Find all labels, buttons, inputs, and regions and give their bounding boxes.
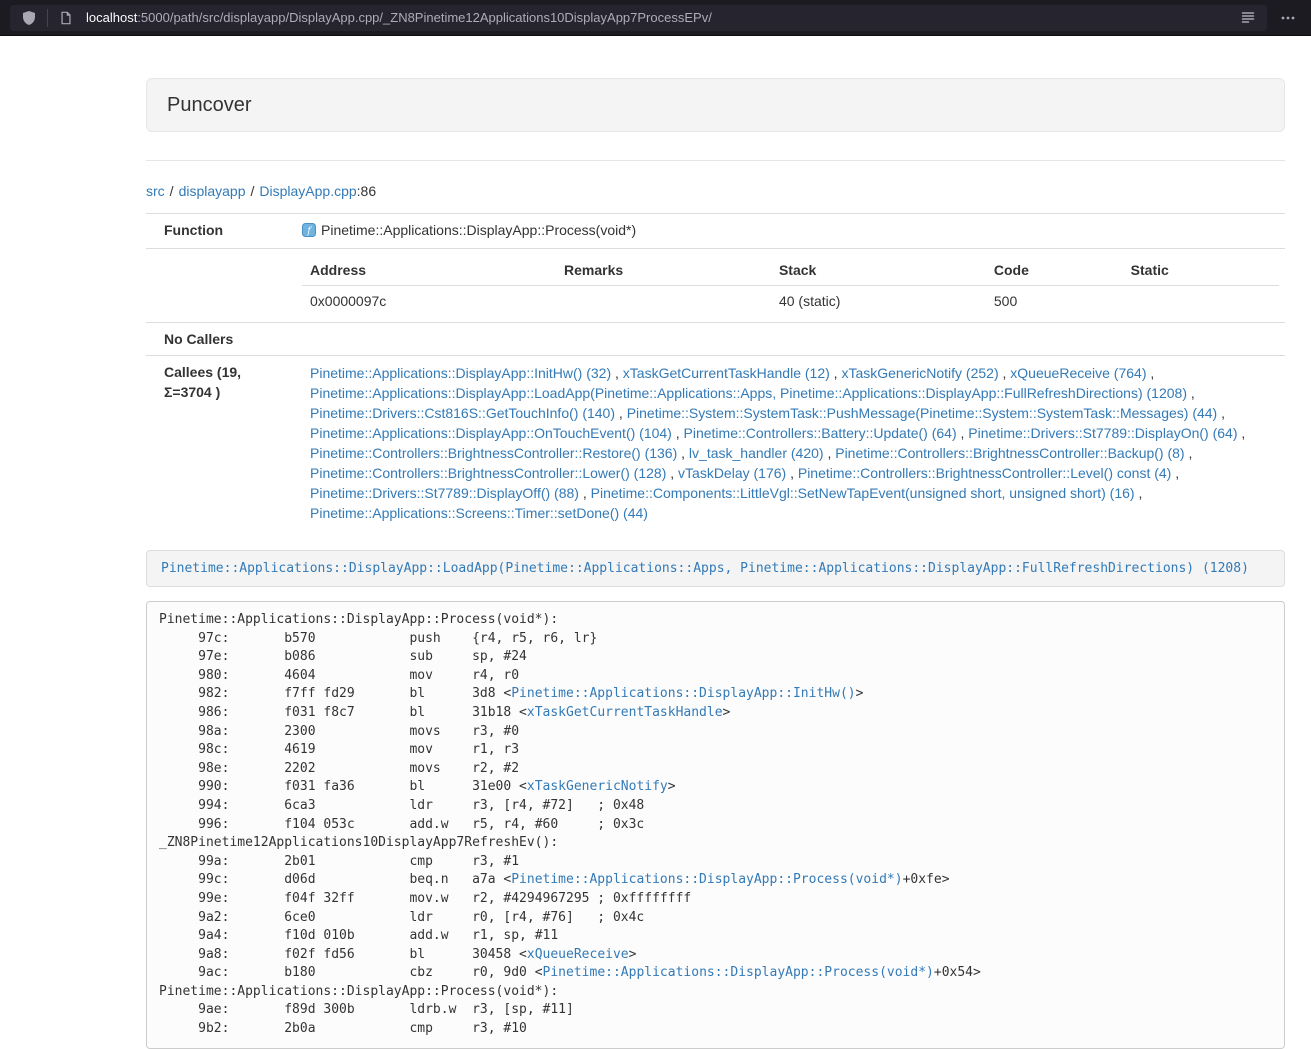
code-symbol-link[interactable]: xQueueReceive bbox=[527, 947, 629, 962]
code-line: 98e: 2202 movs r2, #2 bbox=[159, 760, 1272, 779]
callee-link[interactable]: Pinetime::Controllers::Battery::Update()… bbox=[684, 425, 957, 441]
callee-link[interactable]: Pinetime::Applications::DisplayApp::Load… bbox=[310, 385, 1187, 401]
stats-table: Address Remarks Stack Code Static 0x0000… bbox=[302, 255, 1279, 316]
stats-header-address: Address bbox=[302, 255, 556, 286]
stats-value-code: 500 bbox=[986, 286, 1123, 317]
stats-value-stack: 40 (static) bbox=[771, 286, 986, 317]
code-line: Pinetime::Applications::DisplayApp::Proc… bbox=[159, 611, 1272, 630]
function-row: Function f Pinetime::Applications::Displ… bbox=[146, 214, 1285, 249]
url-text: localhost:5000/path/src/displayapp/Displ… bbox=[86, 10, 1235, 25]
highlighted-symbol-link[interactable]: Pinetime::Applications::DisplayApp::Load… bbox=[161, 561, 1249, 576]
code-line: 97e: b086 sub sp, #24 bbox=[159, 648, 1272, 667]
code-line: _ZN8Pinetime12Applications10DisplayApp7R… bbox=[159, 834, 1272, 853]
page-title: Puncover bbox=[167, 94, 252, 116]
symbol-type-icon: f bbox=[302, 222, 316, 242]
stats-value-address: 0x0000097c bbox=[302, 286, 556, 317]
url-path: :5000/path/src/displayapp/DisplayApp.cpp… bbox=[137, 10, 712, 25]
code-symbol-link[interactable]: xTaskGenericNotify bbox=[527, 779, 668, 794]
breadcrumb: src/displayapp/DisplayApp.cpp:86 bbox=[146, 181, 1285, 201]
callee-link[interactable]: Pinetime::Drivers::Cst816S::GetTouchInfo… bbox=[310, 405, 615, 421]
code-symbol-link[interactable]: Pinetime::Applications::DisplayApp::Init… bbox=[511, 686, 855, 701]
code-line: 9b2: 2b0a cmp r3, #10 bbox=[159, 1020, 1272, 1039]
code-line: 9ac: b180 cbz r0, 9d0 <Pinetime::Applica… bbox=[159, 964, 1272, 983]
function-table: Function f Pinetime::Applications::Displ… bbox=[146, 213, 1285, 530]
callee-link[interactable]: Pinetime::Applications::Screens::Timer::… bbox=[310, 505, 648, 521]
page-info-icon[interactable] bbox=[53, 5, 79, 31]
code-line: 98a: 2300 movs r3, #0 bbox=[159, 723, 1272, 742]
divider bbox=[146, 160, 1285, 161]
breadcrumb-displayapp[interactable]: displayapp bbox=[179, 183, 246, 199]
code-line: 97c: b570 push {r4, r5, r6, lr} bbox=[159, 630, 1272, 649]
callee-link[interactable]: Pinetime::Applications::DisplayApp::Init… bbox=[310, 365, 611, 381]
code-line: 9ae: f89d 300b ldrb.w r3, [sp, #11] bbox=[159, 1001, 1272, 1020]
page-content: Puncover src/displayapp/DisplayApp.cpp:8… bbox=[146, 78, 1285, 1049]
highlighted-symbol-box: Pinetime::Applications::DisplayApp::Load… bbox=[146, 550, 1285, 587]
code-line: 986: f031 f8c7 bl 31b18 <xTaskGetCurrent… bbox=[159, 704, 1272, 723]
callee-link[interactable]: Pinetime::Components::LittleVgl::SetNewT… bbox=[591, 485, 1135, 501]
breadcrumb-separator: / bbox=[251, 183, 255, 199]
callee-link[interactable]: xTaskGetCurrentTaskHandle (12) bbox=[623, 365, 830, 381]
code-line: 990: f031 fa36 bl 31e00 <xTaskGenericNot… bbox=[159, 778, 1272, 797]
reader-mode-icon[interactable] bbox=[1235, 5, 1261, 31]
callee-link[interactable]: Pinetime::System::SystemTask::PushMessag… bbox=[627, 405, 1218, 421]
code-line: 996: f104 053c add.w r5, r4, #60 ; 0x3c bbox=[159, 816, 1272, 835]
callee-link[interactable]: Pinetime::Controllers::BrightnessControl… bbox=[835, 445, 1184, 461]
function-name: Pinetime::Applications::DisplayApp::Proc… bbox=[321, 222, 636, 238]
callees-list: Pinetime::Applications::DisplayApp::Init… bbox=[302, 362, 1279, 524]
function-label: Function bbox=[146, 214, 296, 249]
code-line: 980: 4604 mov r4, r0 bbox=[159, 667, 1272, 686]
callee-link[interactable]: vTaskDelay (176) bbox=[678, 465, 786, 481]
code-line: 9a4: f10d 010b add.w r1, sp, #11 bbox=[159, 927, 1272, 946]
stats-header-stack: Stack bbox=[771, 255, 986, 286]
no-callers-label: No Callers bbox=[146, 323, 296, 356]
code-line: 99e: f04f 32ff mov.w r2, #4294967295 ; 0… bbox=[159, 890, 1272, 909]
stats-header-static: Static bbox=[1123, 255, 1279, 286]
callee-link[interactable]: Pinetime::Drivers::St7789::DisplayOff() … bbox=[310, 485, 579, 501]
code-line: 98c: 4619 mov r1, r3 bbox=[159, 741, 1272, 760]
callee-link[interactable]: xTaskGenericNotify (252) bbox=[841, 365, 998, 381]
callee-link[interactable]: xQueueReceive (764) bbox=[1010, 365, 1146, 381]
url-bar[interactable]: localhost:5000/path/src/displayapp/Displ… bbox=[10, 5, 1267, 31]
code-line: 9a2: 6ce0 ldr r0, [r4, #76] ; 0x4c bbox=[159, 909, 1272, 928]
code-symbol-link[interactable]: Pinetime::Applications::DisplayApp::Proc… bbox=[511, 872, 902, 887]
callee-link[interactable]: Pinetime::Drivers::St7789::DisplayOn() (… bbox=[968, 425, 1237, 441]
stats-value-static bbox=[1123, 286, 1279, 317]
code-symbol-link[interactable]: Pinetime::Applications::DisplayApp::Proc… bbox=[543, 965, 934, 980]
callee-link[interactable]: lv_task_handler (420) bbox=[689, 445, 824, 461]
code-line: 982: f7ff fd29 bl 3d8 <Pinetime::Applica… bbox=[159, 685, 1272, 704]
stats-value-row: 0x0000097c 40 (static) 500 bbox=[302, 286, 1279, 317]
shield-icon[interactable] bbox=[16, 5, 42, 31]
callee-link[interactable]: Pinetime::Applications::DisplayApp::OnTo… bbox=[310, 425, 672, 441]
breadcrumb-line-number: :86 bbox=[357, 183, 376, 199]
breadcrumb-src[interactable]: src bbox=[146, 183, 165, 199]
code-line: 9a8: f02f fd56 bl 30458 <xQueueReceive> bbox=[159, 946, 1272, 965]
page-actions-icon[interactable] bbox=[1275, 5, 1301, 31]
app-header: Puncover bbox=[146, 78, 1285, 132]
stats-header-row: Address Remarks Stack Code Static bbox=[302, 255, 1279, 286]
stats-header-code: Code bbox=[986, 255, 1123, 286]
url-host: localhost bbox=[86, 10, 137, 25]
callees-row: Callees (19, Σ=3704 ) Pinetime::Applicat… bbox=[146, 356, 1285, 531]
no-callers-row: No Callers bbox=[146, 323, 1285, 356]
code-symbol-link[interactable]: xTaskGetCurrentTaskHandle bbox=[527, 705, 723, 720]
breadcrumb-file[interactable]: DisplayApp.cpp bbox=[259, 183, 356, 199]
stats-row-spacer bbox=[146, 249, 296, 323]
code-line: 99c: d06d beq.n a7a <Pinetime::Applicati… bbox=[159, 871, 1272, 890]
callee-link[interactable]: Pinetime::Controllers::BrightnessControl… bbox=[310, 445, 677, 461]
breadcrumb-separator: / bbox=[170, 183, 174, 199]
browser-toolbar: localhost:5000/path/src/displayapp/Displ… bbox=[0, 0, 1311, 36]
code-line: 994: 6ca3 ldr r3, [r4, #72] ; 0x48 bbox=[159, 797, 1272, 816]
callee-link[interactable]: Pinetime::Controllers::BrightnessControl… bbox=[310, 465, 666, 481]
code-line: 99a: 2b01 cmp r3, #1 bbox=[159, 853, 1272, 872]
code-line: Pinetime::Applications::DisplayApp::Proc… bbox=[159, 983, 1272, 1002]
callee-link[interactable]: Pinetime::Controllers::BrightnessControl… bbox=[798, 465, 1171, 481]
callees-label: Callees (19, Σ=3704 ) bbox=[146, 356, 296, 531]
stats-header-remarks: Remarks bbox=[556, 255, 771, 286]
toolbar-divider bbox=[47, 9, 48, 27]
disassembly: Pinetime::Applications::DisplayApp::Proc… bbox=[146, 601, 1285, 1049]
stats-value-remarks bbox=[556, 286, 771, 317]
stats-row: Address Remarks Stack Code Static 0x0000… bbox=[146, 249, 1285, 323]
